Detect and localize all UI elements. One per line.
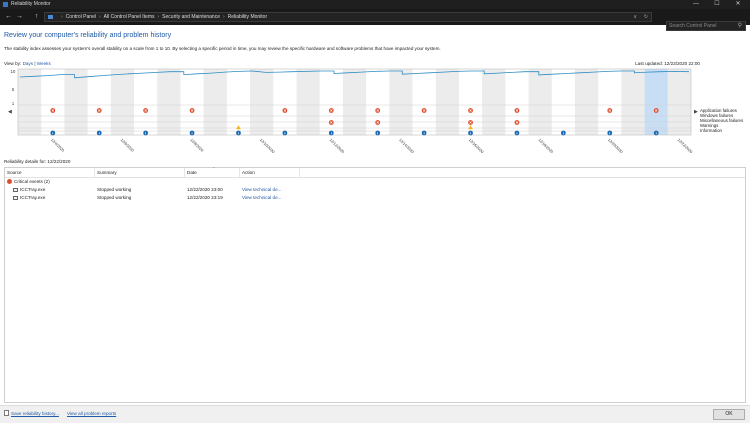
last-updated: Last updated: 12/23/2020 22:00 <box>635 61 700 66</box>
day-column-shade[interactable] <box>110 69 135 135</box>
breadcrumb-reliability-monitor[interactable]: Reliability Monitor <box>228 14 267 20</box>
control-panel-icon <box>48 15 53 19</box>
maximize-button[interactable]: ☐ <box>707 0 727 9</box>
date-axis-label: 12/16/2020 <box>468 138 484 154</box>
date-axis-label: 12/4/2020 <box>50 138 65 153</box>
date-axis-label: 12/12/2020 <box>329 138 345 154</box>
day-column-shade[interactable] <box>250 69 274 135</box>
breadcrumb-security-maintenance[interactable]: Security and Maintenance <box>162 14 220 20</box>
warning-icon[interactable] <box>468 125 473 130</box>
row-date: 12/22/2020 23:00 <box>187 187 223 192</box>
close-button[interactable]: ✕ <box>728 0 748 9</box>
y-tick-label: 1 <box>12 101 15 106</box>
list-header: Source Summary Date Action ⌃ <box>5 166 745 178</box>
date-axis-label: 12/6/2020 <box>120 138 135 153</box>
group-critical-events[interactable]: Critical events (2) <box>7 178 50 185</box>
search-icon[interactable]: ⚲ <box>738 22 742 30</box>
day-column-shade[interactable] <box>296 69 320 135</box>
breadcrumb-control-panel[interactable]: Control Panel <box>66 14 96 20</box>
view-technical-details-link[interactable]: View technical de... <box>242 186 282 194</box>
breadcrumb-chevron-icon[interactable]: › <box>158 14 160 20</box>
view-technical-details-link[interactable]: View technical de... <box>242 194 282 202</box>
title-bar: Reliability Monitor — ☐ ✕ <box>0 0 750 9</box>
breadcrumb-all-items[interactable]: All Control Panel Items <box>104 14 155 20</box>
minimize-button[interactable]: — <box>686 0 706 9</box>
back-button[interactable]: ← <box>4 12 13 22</box>
day-column-shade[interactable] <box>435 69 459 135</box>
column-header-source[interactable]: Source <box>5 168 95 177</box>
critical-error-icon <box>7 179 12 185</box>
breadcrumb-chevron-icon[interactable]: › <box>99 14 101 20</box>
view-all-problem-reports-link[interactable]: View all problem reports <box>67 410 116 417</box>
table-row[interactable]: ICCTray.exe Stopped working 12/22/2020 2… <box>5 194 745 202</box>
table-row[interactable]: ICCTray.exe Stopped working 12/22/2020 2… <box>5 186 745 194</box>
day-column-shade[interactable] <box>482 69 506 135</box>
date-axis-label: 12/20/2020 <box>607 138 623 154</box>
y-tick-label: 10 <box>11 69 16 74</box>
column-header-summary[interactable]: Summary <box>95 168 185 177</box>
save-icon <box>4 410 9 416</box>
app-icon <box>3 2 8 7</box>
group-label: Critical events (2) <box>14 179 50 184</box>
application-icon <box>13 196 18 200</box>
reliability-details-list[interactable]: Source Summary Date Action ⌃ Critical ev… <box>4 167 746 403</box>
day-column-shade[interactable] <box>157 69 181 135</box>
application-icon <box>13 188 18 192</box>
reliability-chart[interactable]: 1051 Application failuresWindows failure… <box>0 67 750 157</box>
page-description: The stability index assesses your system… <box>4 46 441 51</box>
warning-icon[interactable] <box>236 125 241 130</box>
footer-bar: Save reliability history... View all pro… <box>0 405 750 423</box>
scroll-right-button[interactable]: ▶ <box>694 109 698 115</box>
view-by-weeks-link[interactable]: Weeks <box>37 61 51 66</box>
view-by-separator: | <box>34 61 36 66</box>
window-title: Reliability Monitor <box>11 1 51 7</box>
row-summary: Stopped working <box>97 195 132 200</box>
view-by: View by: Days | Weeks <box>4 61 51 66</box>
address-bar[interactable]: › Control Panel › All Control Panel Items › S… <box>44 12 652 22</box>
day-column-shade[interactable] <box>574 69 599 135</box>
day-column-shade[interactable] <box>203 69 227 135</box>
date-axis-label: 12/22/2020 <box>677 138 693 154</box>
column-header-action[interactable]: Action <box>240 168 300 177</box>
day-column-shade[interactable] <box>342 69 367 135</box>
refresh-icon[interactable]: ↻ <box>644 13 648 21</box>
date-axis-label: 12/18/2020 <box>537 138 553 154</box>
row-summary: Stopped working <box>97 187 132 192</box>
day-column-shade[interactable] <box>528 69 552 135</box>
forward-button[interactable]: → <box>15 12 24 22</box>
day-column-shade[interactable] <box>667 69 691 135</box>
row-source: ICCTray.exe <box>20 195 46 200</box>
date-axis-label: 12/10/2020 <box>259 138 275 154</box>
page-title: Review your computer's reliability and p… <box>4 32 172 39</box>
day-column-shade[interactable] <box>621 69 645 135</box>
navigation-bar: ← → ↑ › Control Panel › All Control Panel I… <box>0 9 750 31</box>
reliability-details-title: Reliability details for: 12/22/2020 <box>4 159 71 164</box>
date-axis-label: 12/8/2020 <box>189 138 204 153</box>
date-axis-label: 12/14/2020 <box>398 138 414 154</box>
selected-day-column[interactable] <box>644 69 668 135</box>
view-by-label: View by: <box>4 61 22 66</box>
breadcrumb-chevron-icon: › <box>61 14 63 20</box>
search-input[interactable] <box>669 22 733 30</box>
row-date: 12/22/2020 23:19 <box>187 195 223 200</box>
day-column-shade[interactable] <box>64 69 88 135</box>
day-column-shade[interactable] <box>18 69 42 135</box>
category-label: Information <box>700 128 723 133</box>
ok-button[interactable]: OK <box>713 409 745 420</box>
breadcrumb: › Control Panel › All Control Panel Items › S… <box>58 13 267 21</box>
save-reliability-history-link[interactable]: Save reliability history... <box>11 410 59 417</box>
address-dropdown-icon[interactable]: ∨ <box>633 13 637 21</box>
sort-indicator-icon: ⌃ <box>212 166 216 171</box>
y-tick-label: 5 <box>12 87 15 92</box>
day-column-shade[interactable] <box>389 69 413 135</box>
search-box[interactable]: ⚲ <box>666 21 746 31</box>
row-source: ICCTray.exe <box>20 187 46 192</box>
scroll-left-button[interactable]: ◀ <box>8 109 12 115</box>
breadcrumb-chevron-icon[interactable]: › <box>223 14 225 20</box>
up-button[interactable]: ↑ <box>32 12 41 22</box>
view-by-days-link[interactable]: Days <box>23 61 33 66</box>
